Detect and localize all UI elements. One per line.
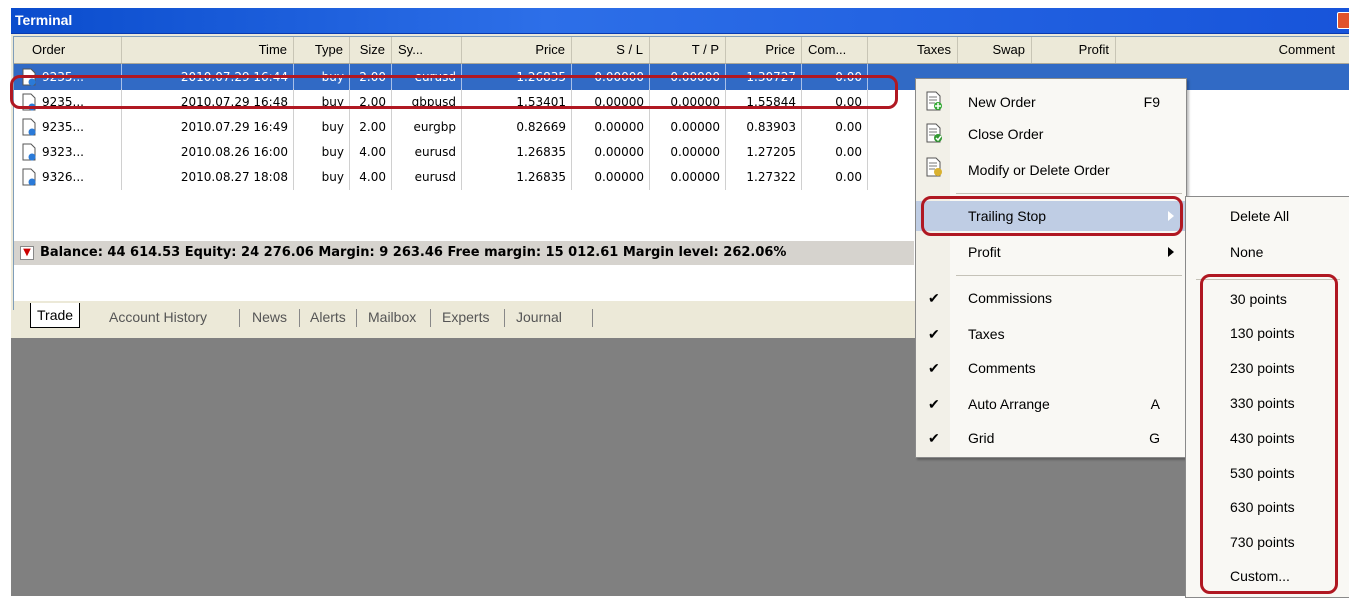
context-menu: New Order F9 Close Order Modify or Delet…: [915, 78, 1187, 458]
col-commission[interactable]: Com...: [802, 37, 868, 63]
col-type[interactable]: Type: [294, 37, 350, 63]
cell-sl: 0.00000: [572, 164, 650, 190]
menu-modify-delete-order[interactable]: Modify or Delete Order: [916, 155, 1186, 185]
cell-tp: 0.00000: [650, 139, 726, 165]
col-swap[interactable]: Swap: [958, 37, 1032, 63]
submenu-none[interactable]: None: [1230, 244, 1263, 260]
cell-order: 9326...: [32, 164, 122, 190]
close-icon[interactable]: [1337, 12, 1349, 29]
cell-time: 2010.08.27 18:08: [122, 164, 294, 190]
col-taxes[interactable]: Taxes: [868, 37, 958, 63]
col-profit[interactable]: Profit: [1032, 37, 1116, 63]
cell-tp: 0.00000: [650, 114, 726, 140]
tab-journal[interactable]: Journal: [516, 307, 562, 327]
modify-order-icon: [926, 157, 942, 177]
tab-separator: [356, 309, 357, 327]
cell-size: 2.00: [350, 114, 392, 140]
menu-separator: [956, 193, 1182, 194]
checkmark-icon: ✔: [928, 430, 940, 446]
tab-mailbox[interactable]: Mailbox: [368, 307, 416, 327]
checkmark-icon: ✔: [928, 396, 940, 412]
cell-cur-price: 0.83903: [726, 114, 802, 140]
menu-close-order[interactable]: Close Order: [916, 119, 1186, 149]
cell-size: 4.00: [350, 139, 392, 165]
checkmark-icon: ✔: [928, 360, 940, 376]
cell-time: 2010.08.26 16:00: [122, 139, 294, 165]
tab-separator: [239, 309, 240, 327]
col-tp[interactable]: T / P: [650, 37, 726, 63]
selected-row-highlight: [10, 75, 898, 109]
balance-arrow-icon: ▼: [20, 246, 34, 260]
tab-account-history[interactable]: Account History: [109, 307, 207, 327]
cell-symbol: eurgbp: [392, 114, 462, 140]
cell-cur-price: 1.27322: [726, 164, 802, 190]
cell-price: 1.26835: [462, 164, 572, 190]
cell-symbol: eurusd: [392, 164, 462, 190]
tab-experts[interactable]: Experts: [442, 307, 489, 327]
col-time[interactable]: Time: [122, 37, 294, 63]
col-price[interactable]: Price: [462, 37, 572, 63]
menu-separator: [956, 275, 1182, 276]
cell-tp: 0.00000: [650, 164, 726, 190]
balance-text: Balance: 44 614.53 Equity: 24 276.06 Mar…: [40, 245, 787, 260]
tab-separator: [299, 309, 300, 327]
table-header: Order Time Type Size Sy... Price S / L T…: [14, 37, 1349, 64]
checkmark-icon: ✔: [928, 326, 940, 342]
menu-commissions[interactable]: ✔ Commissions: [916, 283, 1186, 313]
col-size[interactable]: Size: [350, 37, 392, 63]
cell-price: 1.26835: [462, 139, 572, 165]
terminal-titlebar[interactable]: Terminal: [11, 8, 1349, 34]
trailing-stop-highlight: [921, 196, 1183, 236]
points-options-highlight: [1200, 274, 1338, 594]
cell-type: buy: [294, 164, 350, 190]
cell-cur-price: 1.27205: [726, 139, 802, 165]
tab-separator: [592, 309, 593, 327]
tab-news[interactable]: News: [252, 307, 287, 327]
cell-price: 0.82669: [462, 114, 572, 140]
checkmark-icon: ✔: [928, 290, 940, 306]
menu-taxes[interactable]: ✔ Taxes: [916, 319, 1186, 349]
menu-comments[interactable]: ✔ Comments: [916, 353, 1186, 383]
cell-sl: 0.00000: [572, 139, 650, 165]
menu-profit[interactable]: Profit: [916, 237, 1186, 267]
menu-auto-arrange[interactable]: ✔ Auto Arrange A: [916, 389, 1186, 419]
menu-grid[interactable]: ✔ Grid G: [916, 423, 1186, 453]
balance-summary: ▼ Balance: 44 614.53 Equity: 24 276.06 M…: [14, 241, 914, 265]
cell-order: 9235...: [32, 114, 122, 140]
tab-trade[interactable]: Trade: [30, 303, 81, 328]
col-sl[interactable]: S / L: [572, 37, 650, 63]
close-order-icon: [926, 123, 942, 143]
col-comment[interactable]: Comment: [1116, 37, 1349, 63]
cell-order: 9323...: [32, 139, 122, 165]
terminal-title: Terminal: [15, 12, 73, 28]
cell-symbol: eurusd: [392, 139, 462, 165]
submenu-arrow-icon: [1168, 247, 1174, 257]
col-symbol[interactable]: Sy...: [392, 37, 462, 63]
cell-commission: 0.00: [802, 164, 868, 190]
cell-time: 2010.07.29 16:49: [122, 114, 294, 140]
new-order-icon: [926, 91, 942, 111]
col-order[interactable]: Order: [14, 37, 122, 63]
tab-alerts[interactable]: Alerts: [310, 307, 346, 327]
cell-size: 4.00: [350, 164, 392, 190]
col-current-price[interactable]: Price: [726, 37, 802, 63]
tab-separator: [430, 309, 431, 327]
cell-sl: 0.00000: [572, 114, 650, 140]
menu-new-order[interactable]: New Order F9: [916, 87, 1186, 117]
cell-commission: 0.00: [802, 139, 868, 165]
tab-separator: [504, 309, 505, 327]
cell-type: buy: [294, 114, 350, 140]
cell-commission: 0.00: [802, 114, 868, 140]
submenu-delete-all[interactable]: Delete All: [1230, 208, 1289, 224]
cell-type: buy: [294, 139, 350, 165]
